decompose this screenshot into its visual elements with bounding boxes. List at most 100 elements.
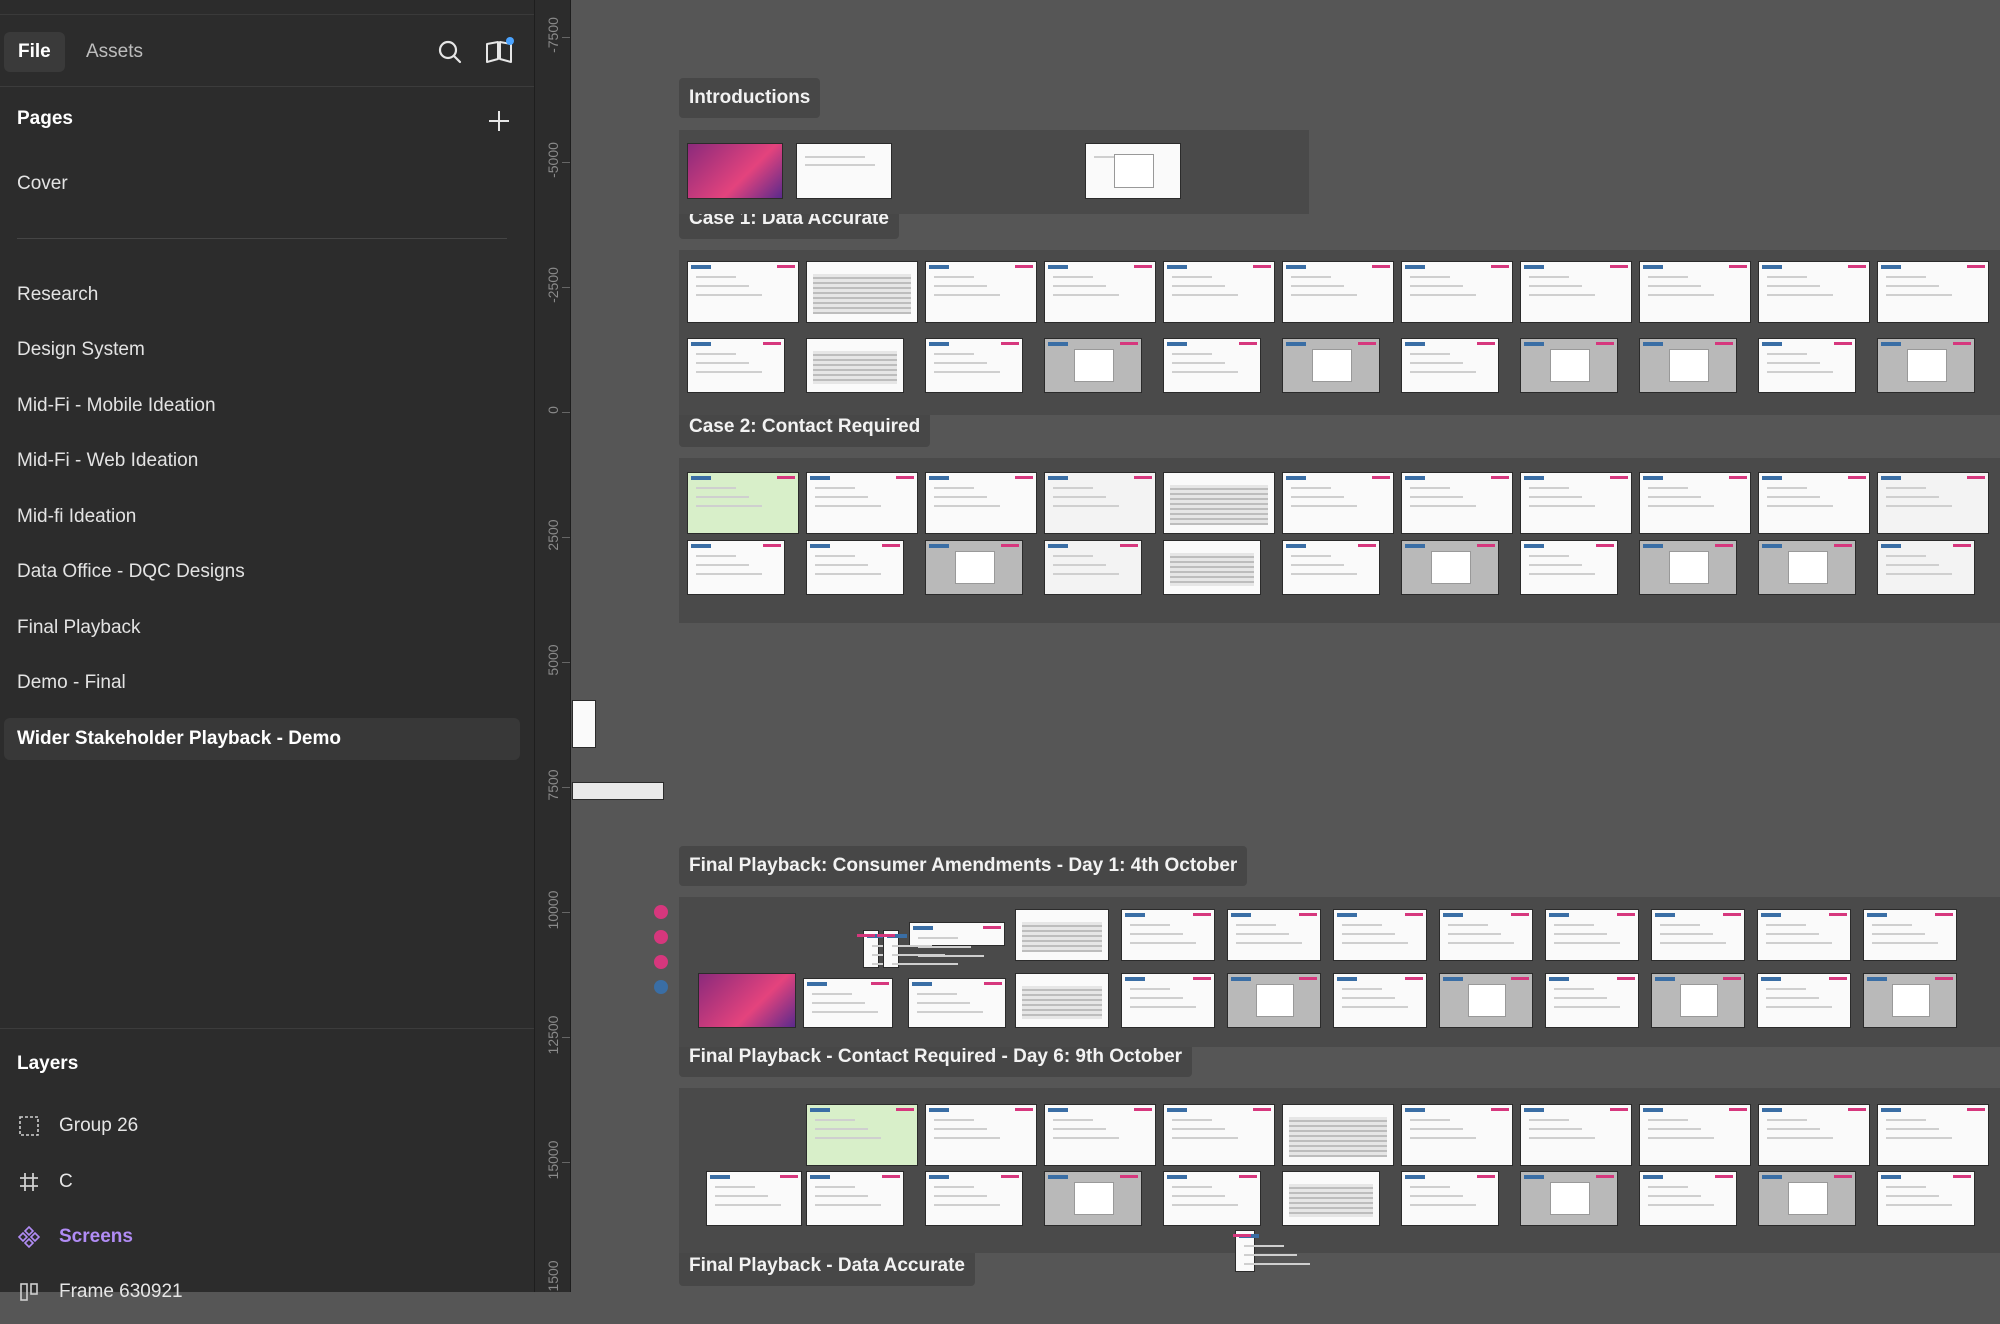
page-item-wider-stakeholder[interactable]: Wider Stakeholder Playback - Demo: [4, 718, 520, 760]
screen-thumbnail[interactable]: [687, 143, 783, 199]
screen-thumbnail[interactable]: [1877, 472, 1989, 534]
screen-thumbnail[interactable]: [1227, 909, 1321, 961]
screen-thumbnail[interactable]: [1282, 1171, 1380, 1226]
stray-frame[interactable]: [572, 700, 596, 748]
avatar-dot[interactable]: [654, 930, 668, 944]
screen-thumbnail[interactable]: [925, 1104, 1037, 1166]
screen-thumbnail[interactable]: [1233, 1230, 1310, 1272]
screen-thumbnail[interactable]: [925, 338, 1023, 393]
screen-thumbnail[interactable]: [687, 261, 799, 323]
screen-thumbnail[interactable]: [1651, 909, 1745, 961]
screen-thumbnail[interactable]: [1401, 261, 1513, 323]
screen-thumbnail[interactable]: [1401, 1104, 1513, 1166]
search-icon[interactable]: [434, 36, 466, 68]
screen-thumbnail[interactable]: [1863, 909, 1957, 961]
screen-thumbnail[interactable]: [1758, 472, 1870, 534]
screen-thumbnail[interactable]: [925, 1171, 1023, 1226]
screen-thumbnail[interactable]: [796, 143, 892, 199]
screen-thumbnail[interactable]: [1163, 540, 1261, 595]
screen-thumbnail[interactable]: [909, 922, 1005, 957]
screen-thumbnail[interactable]: [1639, 261, 1751, 323]
screen-thumbnail[interactable]: [1439, 909, 1533, 961]
screen-thumbnail[interactable]: [1639, 540, 1737, 595]
screen-thumbnail[interactable]: [1639, 1171, 1737, 1226]
page-item-final-playback[interactable]: Final Playback: [4, 607, 520, 649]
tab-assets[interactable]: Assets: [72, 32, 157, 72]
screen-thumbnail[interactable]: [925, 261, 1037, 323]
screen-thumbnail[interactable]: [1015, 909, 1109, 961]
screen-thumbnail[interactable]: [1401, 1171, 1499, 1226]
screen-thumbnail[interactable]: [1121, 909, 1215, 961]
screen-thumbnail[interactable]: [1044, 472, 1156, 534]
screen-thumbnail[interactable]: [908, 978, 1006, 1028]
screen-thumbnail[interactable]: [1163, 1171, 1261, 1226]
screen-thumbnail[interactable]: [1520, 338, 1618, 393]
page-item-cover[interactable]: Cover: [4, 163, 520, 205]
section-label-introductions[interactable]: Introductions: [679, 78, 821, 118]
screen-thumbnail[interactable]: [1758, 1171, 1856, 1226]
layer-group-26[interactable]: Group 26: [17, 1108, 138, 1144]
screen-thumbnail[interactable]: [806, 338, 904, 393]
section-label-day1[interactable]: Final Playback: Consumer Amendments - Da…: [679, 846, 1248, 886]
screen-thumbnail[interactable]: [687, 472, 799, 534]
screen-thumbnail[interactable]: [687, 338, 785, 393]
screen-thumbnail[interactable]: [925, 540, 1023, 595]
design-canvas[interactable]: Introductions Case 1: Data Accurate Case…: [571, 0, 2000, 1292]
screen-thumbnail[interactable]: [1877, 1171, 1975, 1226]
page-item-research[interactable]: Research: [4, 274, 520, 316]
screen-thumbnail[interactable]: [1877, 540, 1975, 595]
screen-thumbnail[interactable]: [806, 1104, 918, 1166]
avatar-dot[interactable]: [654, 955, 668, 969]
screen-thumbnail[interactable]: [1044, 540, 1142, 595]
screen-thumbnail[interactable]: [1163, 472, 1275, 534]
screen-thumbnail[interactable]: [1282, 1104, 1394, 1166]
screen-thumbnail[interactable]: [1401, 540, 1499, 595]
layer-screens[interactable]: Screens: [17, 1219, 133, 1255]
screen-thumbnail[interactable]: [1520, 540, 1618, 595]
screen-thumbnail[interactable]: [1044, 338, 1142, 393]
screen-thumbnail[interactable]: [1758, 338, 1856, 393]
screen-thumbnail[interactable]: [1163, 338, 1261, 393]
screen-thumbnail[interactable]: [1282, 472, 1394, 534]
screen-thumbnail[interactable]: [1439, 973, 1533, 1028]
screen-thumbnail[interactable]: [1757, 909, 1851, 961]
page-item-demo-final[interactable]: Demo - Final: [4, 662, 520, 704]
screen-thumbnail[interactable]: [698, 973, 796, 1028]
screen-thumbnail[interactable]: [1333, 973, 1427, 1028]
screen-thumbnail[interactable]: [1520, 472, 1632, 534]
screen-thumbnail[interactable]: [1520, 1171, 1618, 1226]
screen-thumbnail[interactable]: [1163, 1104, 1275, 1166]
screen-thumbnail[interactable]: [1545, 973, 1639, 1028]
screen-thumbnail[interactable]: [1044, 1171, 1142, 1226]
screen-thumbnail[interactable]: [1877, 261, 1989, 323]
screen-thumbnail[interactable]: [1282, 540, 1380, 595]
screen-thumbnail[interactable]: [806, 540, 904, 595]
screen-thumbnail[interactable]: [1639, 472, 1751, 534]
screen-thumbnail[interactable]: [1877, 338, 1975, 393]
screen-thumbnail[interactable]: [687, 540, 785, 595]
screen-thumbnail[interactable]: [1085, 143, 1181, 199]
screen-thumbnail[interactable]: [1163, 261, 1275, 323]
screen-thumbnail[interactable]: [1758, 261, 1870, 323]
screen-thumbnail[interactable]: [1545, 909, 1639, 961]
screen-thumbnail[interactable]: [1651, 973, 1745, 1028]
page-item-midfi-web[interactable]: Mid-Fi - Web Ideation: [4, 440, 520, 482]
screen-thumbnail[interactable]: [1227, 973, 1321, 1028]
plus-icon[interactable]: [484, 106, 514, 136]
screen-thumbnail[interactable]: [1044, 1104, 1156, 1166]
library-book-icon[interactable]: [483, 36, 515, 68]
stray-frame[interactable]: [572, 782, 664, 800]
screen-thumbnail[interactable]: [1758, 1104, 1870, 1166]
page-item-data-office[interactable]: Data Office - DQC Designs: [4, 551, 520, 593]
screen-thumbnail[interactable]: [877, 930, 958, 968]
screen-thumbnail[interactable]: [1757, 973, 1851, 1028]
screen-thumbnail[interactable]: [1401, 472, 1513, 534]
screen-thumbnail[interactable]: [1758, 540, 1856, 595]
page-item-midfi-mobile[interactable]: Mid-Fi - Mobile Ideation: [4, 385, 520, 427]
layer-c[interactable]: C: [17, 1164, 73, 1200]
screen-thumbnail[interactable]: [1639, 338, 1737, 393]
screen-thumbnail[interactable]: [1333, 909, 1427, 961]
screen-thumbnail[interactable]: [1282, 261, 1394, 323]
screen-thumbnail[interactable]: [1401, 338, 1499, 393]
screen-thumbnail[interactable]: [1877, 1104, 1989, 1166]
